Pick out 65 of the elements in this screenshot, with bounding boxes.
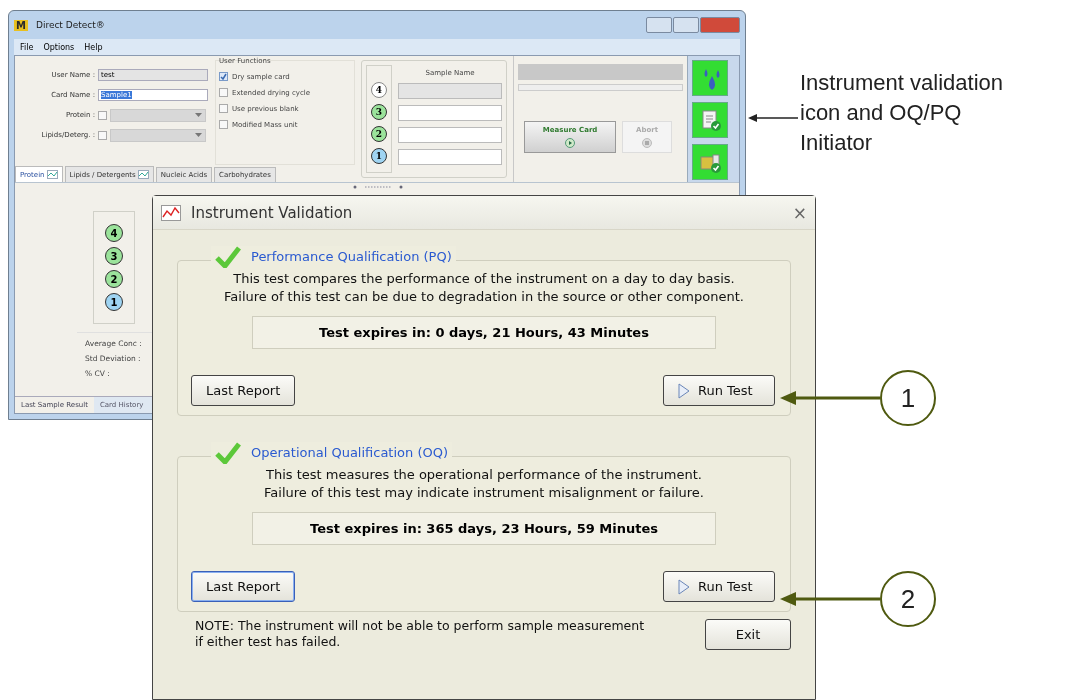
menu-item[interactable]: File [20,42,34,52]
group-title: Operational Qualification (OQ) [251,445,448,460]
sample-name-field[interactable] [398,127,503,143]
last-report-button[interactable]: Last Report [191,375,296,406]
checkbox[interactable] [98,110,107,120]
description-text: This test measures the operational performance of the instrument. [265,466,703,484]
toolbar-button[interactable] [692,102,729,138]
play-icon [565,138,576,148]
chart-icon [46,170,58,179]
position-badge: 3 [371,104,387,120]
sample-name-field[interactable] [398,105,503,121]
dropdown[interactable] [110,108,206,122]
play-icon [678,382,690,399]
caret-icon [195,113,202,117]
play-icon [678,578,690,595]
checkbox[interactable] [219,120,228,129]
position-badge: 4 [371,82,387,98]
exit-button[interactable]: Exit [705,618,791,650]
run-test-button[interactable]: Run Test [663,571,775,602]
annotation-text: Initiator [800,129,874,157]
position-badge: 4 [105,224,123,242]
checkbox[interactable] [219,72,228,81]
callout-number: 1 [880,370,936,426]
note-text: NOTE: The instrument will not be able to perform sample measurement [195,618,645,634]
checkbox[interactable] [219,88,228,97]
position-badge: 2 [371,126,387,142]
checkbox[interactable] [98,130,107,140]
group-title: Performance Qualification (PQ) [251,249,452,264]
close-button[interactable]: × [792,202,807,223]
check-icon [220,73,227,80]
expiry-text: Test expires in: 365 days, 23 Hours, 59 Minutes [252,512,716,545]
callout-number: 2 [880,571,936,627]
dropdown[interactable] [110,128,206,142]
annotation-text: Instrument validation [800,69,1003,97]
app-logo: M [14,19,28,31]
splitter-grip-icon [353,185,403,189]
sample-name-field[interactable] [398,149,503,165]
stop-icon [642,138,653,148]
window-title: Direct Detect® [35,20,105,30]
menu-item[interactable]: Help [84,42,103,52]
run-test-button[interactable]: Run Test [663,375,775,406]
maximize-button[interactable] [673,17,699,33]
annotation-text: icon and OQ/PQ [800,99,963,127]
position-badge: 2 [105,270,123,288]
toolbar-button[interactable] [692,60,729,96]
close-button[interactable] [700,17,740,33]
description-text: Failure of this test can be due to degradation in the source or other component. [223,288,745,306]
expiry-text: Test expires in: 0 days, 21 Hours, 43 Minutes [252,316,716,349]
dialog-title: Instrument Validation [191,203,353,222]
chart-icon [137,170,149,179]
minimize-button[interactable] [646,17,672,33]
leader-arrow [748,113,798,123]
note-text: if either test has failed. [195,634,342,650]
position-badge: 1 [105,293,123,311]
position-badge: 1 [371,148,387,164]
chart-icon [161,204,181,221]
caret-icon [195,133,202,137]
checkbox[interactable] [219,104,228,113]
toolbar-button[interactable] [692,144,729,180]
position-badge: 3 [105,247,123,265]
description-text: Failure of this test may indicate instrument misalignment or failure. [263,484,705,502]
last-report-button[interactable]: Last Report [191,571,296,602]
sample-name-field[interactable] [398,83,503,99]
description-text: This test compares the performance of the instrument on a day to day basis. [232,270,736,288]
menu-item[interactable]: Options [43,42,75,52]
